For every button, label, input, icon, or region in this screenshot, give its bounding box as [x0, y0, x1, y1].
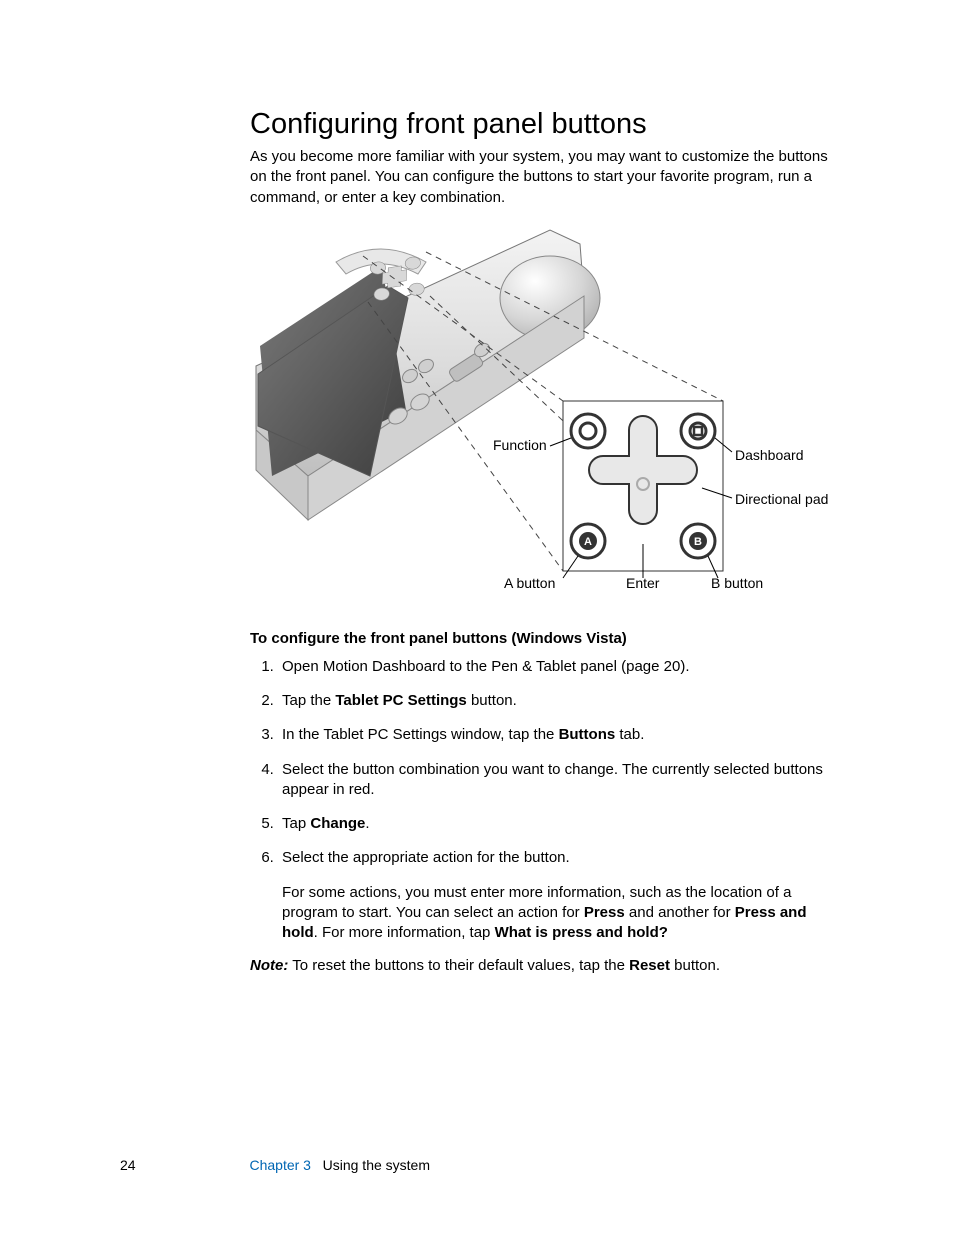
step-2: Tap the Tablet PC Settings button. — [278, 691, 842, 711]
label-enter: Enter — [626, 576, 659, 590]
step-5: Tap Change. — [278, 814, 842, 834]
svg-text:B: B — [694, 536, 702, 548]
page-number: 24 — [120, 1157, 136, 1173]
label-function: Function — [493, 438, 547, 452]
svg-text:A: A — [584, 536, 592, 548]
chapter-label: Chapter 3 — [249, 1157, 310, 1173]
chapter-title — [315, 1157, 323, 1173]
label-dashboard: Dashboard — [735, 448, 804, 462]
step-1: Open Motion Dashboard to the Pen & Table… — [278, 657, 842, 677]
front-panel-diagram: A B — [250, 226, 850, 606]
section-heading: Configuring front panel buttons — [250, 108, 842, 141]
note: Note: To reset the buttons to their defa… — [250, 957, 842, 974]
procedure-heading: To configure the front panel buttons (Wi… — [250, 630, 842, 647]
step-6: Select the appropriate action for the bu… — [278, 848, 842, 943]
label-a-button: A button — [504, 576, 555, 590]
label-directional-pad: Directional pad — [735, 492, 828, 506]
page-footer: 24 Chapter 3 Using the system — [120, 1157, 430, 1173]
intro-paragraph: As you become more familiar with your sy… — [250, 147, 842, 208]
step-4: Select the button combination you want t… — [278, 760, 842, 801]
procedure-steps: Open Motion Dashboard to the Pen & Table… — [250, 657, 842, 944]
step-3: In the Tablet PC Settings window, tap th… — [278, 725, 842, 745]
label-b-button: B button — [711, 576, 763, 590]
